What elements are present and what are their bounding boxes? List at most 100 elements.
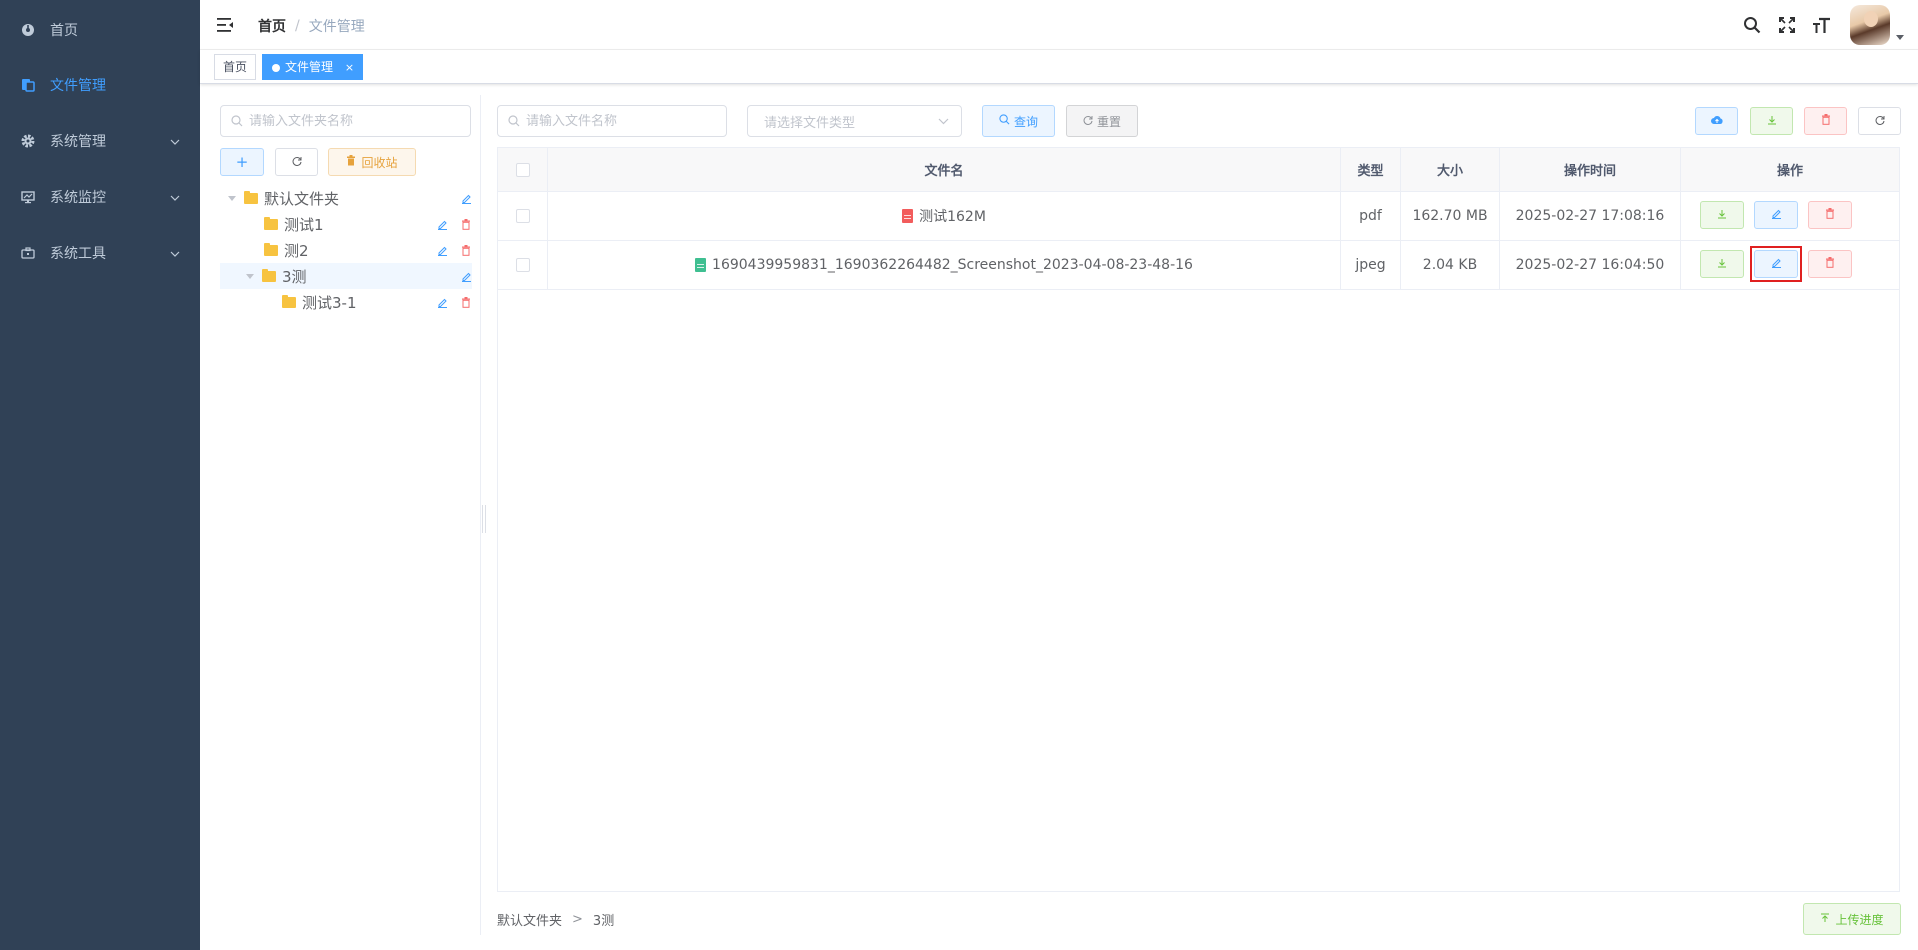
path-item[interactable]: 3测 <box>593 910 614 929</box>
file-size: 2.04 KB <box>1401 241 1500 289</box>
file-type-placeholder: 请选择文件类型 <box>764 115 856 131</box>
search-icon[interactable] <box>1741 14 1763 36</box>
files-icon <box>20 77 36 93</box>
search-icon <box>508 115 520 127</box>
tags-view: 首页 文件管理 × <box>200 50 1918 84</box>
caret-down-icon[interactable] <box>228 195 236 201</box>
avatar[interactable] <box>1850 5 1890 45</box>
font-size-icon[interactable] <box>1811 14 1833 36</box>
path-item[interactable]: 默认文件夹 <box>497 910 562 929</box>
trash-icon <box>1821 114 1831 128</box>
tree-node[interactable]: 测试3-1 <box>220 289 472 315</box>
refresh-button[interactable] <box>1858 107 1901 135</box>
tree-node[interactable]: 测2 <box>220 237 472 263</box>
tree-node[interactable]: 测试1 <box>220 211 472 237</box>
file-search-input[interactable] <box>497 105 727 137</box>
toolbox-icon <box>20 245 36 261</box>
edit-icon[interactable] <box>436 218 448 230</box>
edit-icon[interactable] <box>460 192 472 204</box>
resize-handle[interactable] <box>482 505 486 533</box>
search-icon <box>999 114 1010 128</box>
breadcrumb-separator: / <box>295 18 300 34</box>
tree-node[interactable]: 默认文件夹 <box>220 185 472 211</box>
column-header-size[interactable]: 大小 <box>1401 148 1500 191</box>
folder-icon <box>264 242 278 256</box>
refresh-tree-button[interactable] <box>275 148 318 176</box>
sidebar-item-file-management[interactable]: 文件管理 <box>0 57 200 113</box>
close-icon[interactable]: × <box>345 61 354 74</box>
select-all-cell <box>498 148 548 191</box>
sidebar-item-home[interactable]: 首页 <box>0 2 200 58</box>
row-select-cell <box>498 192 548 240</box>
sidebar-item-system-monitor[interactable]: 系统监控 <box>0 169 200 225</box>
sidebar: 首页 文件管理 系统管理 系统监控 系统工具 <box>0 0 200 950</box>
row-select-cell <box>498 241 548 289</box>
tag-file-management[interactable]: 文件管理 × <box>262 54 364 80</box>
edit-icon[interactable] <box>460 270 472 282</box>
trash-icon[interactable] <box>460 296 472 308</box>
row-download-button[interactable] <box>1700 250 1744 278</box>
file-search-field[interactable] <box>526 113 726 129</box>
row-delete-button[interactable] <box>1808 201 1852 229</box>
row-delete-button[interactable] <box>1808 250 1852 278</box>
tree-node[interactable]: 3测 <box>220 263 472 289</box>
folder-search-input[interactable] <box>220 105 471 137</box>
column-header-time[interactable]: 操作时间 <box>1500 148 1681 191</box>
breadcrumb: 首页 / 文件管理 <box>258 16 365 36</box>
edit-icon <box>1771 208 1782 222</box>
file-name[interactable]: 1690439959831_1690362264482_Screenshot_2… <box>712 257 1193 273</box>
tree-node-label: 测试3-1 <box>302 293 357 312</box>
sidebar-item-system-tools[interactable]: 系统工具 <box>0 225 200 281</box>
file-name[interactable]: 测试162M <box>919 206 986 226</box>
edit-icon[interactable] <box>436 244 448 256</box>
trash-icon[interactable] <box>460 218 472 230</box>
image-file-icon <box>695 258 707 272</box>
sidebar-item-label: 文件管理 <box>50 78 106 94</box>
add-folder-button[interactable]: + <box>220 148 264 176</box>
recycle-bin-button[interactable]: 回收站 <box>328 148 416 176</box>
sidebar-item-label: 系统管理 <box>50 134 106 150</box>
navbar: 首页 / 文件管理 <box>200 0 1918 50</box>
column-header-name[interactable]: 文件名 <box>548 148 1341 191</box>
upload-button[interactable] <box>1695 107 1738 135</box>
monitor-icon <box>20 189 36 205</box>
reset-button[interactable]: 重置 <box>1066 105 1138 137</box>
sidebar-item-system-management[interactable]: 系统管理 <box>0 113 200 169</box>
query-label: 查询 <box>1013 114 1038 129</box>
chevron-down-icon <box>170 245 180 261</box>
row-checkbox[interactable] <box>515 209 530 223</box>
hamburger-menu-icon[interactable] <box>216 16 234 34</box>
fullscreen-icon[interactable] <box>1776 14 1798 36</box>
folder-search-field[interactable] <box>249 113 470 129</box>
edit-icon[interactable] <box>436 296 448 308</box>
folder-icon <box>262 268 276 282</box>
upload-progress-button[interactable]: 上传进度 <box>1803 903 1901 935</box>
tree-node-label: 默认文件夹 <box>264 189 340 208</box>
table-row[interactable]: 1690439959831_1690362264482_Screenshot_2… <box>498 241 1899 290</box>
folder-icon <box>282 294 296 308</box>
refresh-icon <box>1875 114 1885 128</box>
row-checkbox[interactable] <box>515 258 530 272</box>
tag-home[interactable]: 首页 <box>214 54 257 80</box>
row-download-button[interactable] <box>1700 201 1744 229</box>
download-icon <box>1717 257 1727 271</box>
file-type-select[interactable]: 请选择文件类型 <box>747 105 962 137</box>
column-header-type[interactable]: 类型 <box>1341 148 1401 191</box>
caret-down-icon[interactable] <box>246 273 254 279</box>
query-button[interactable]: 查询 <box>982 105 1055 137</box>
search-icon <box>231 115 243 127</box>
pdf-file-icon <box>902 209 914 223</box>
trash-icon[interactable] <box>460 244 472 256</box>
select-all-checkbox[interactable] <box>515 162 530 177</box>
tree-node-label: 测2 <box>284 241 309 260</box>
file-size: 162.70 MB <box>1401 192 1500 240</box>
download-button[interactable] <box>1750 107 1793 135</box>
caret-down-icon[interactable] <box>1896 34 1904 40</box>
table-row[interactable]: 测试162M pdf 162.70 MB 2025-02-27 17:08:16 <box>498 192 1899 241</box>
row-edit-button[interactable] <box>1754 201 1798 229</box>
download-icon <box>1767 114 1777 128</box>
upload-progress-label: 上传进度 <box>1835 912 1884 927</box>
delete-button[interactable] <box>1804 107 1847 135</box>
refresh-icon <box>1083 114 1093 128</box>
breadcrumb-home[interactable]: 首页 <box>258 16 286 36</box>
